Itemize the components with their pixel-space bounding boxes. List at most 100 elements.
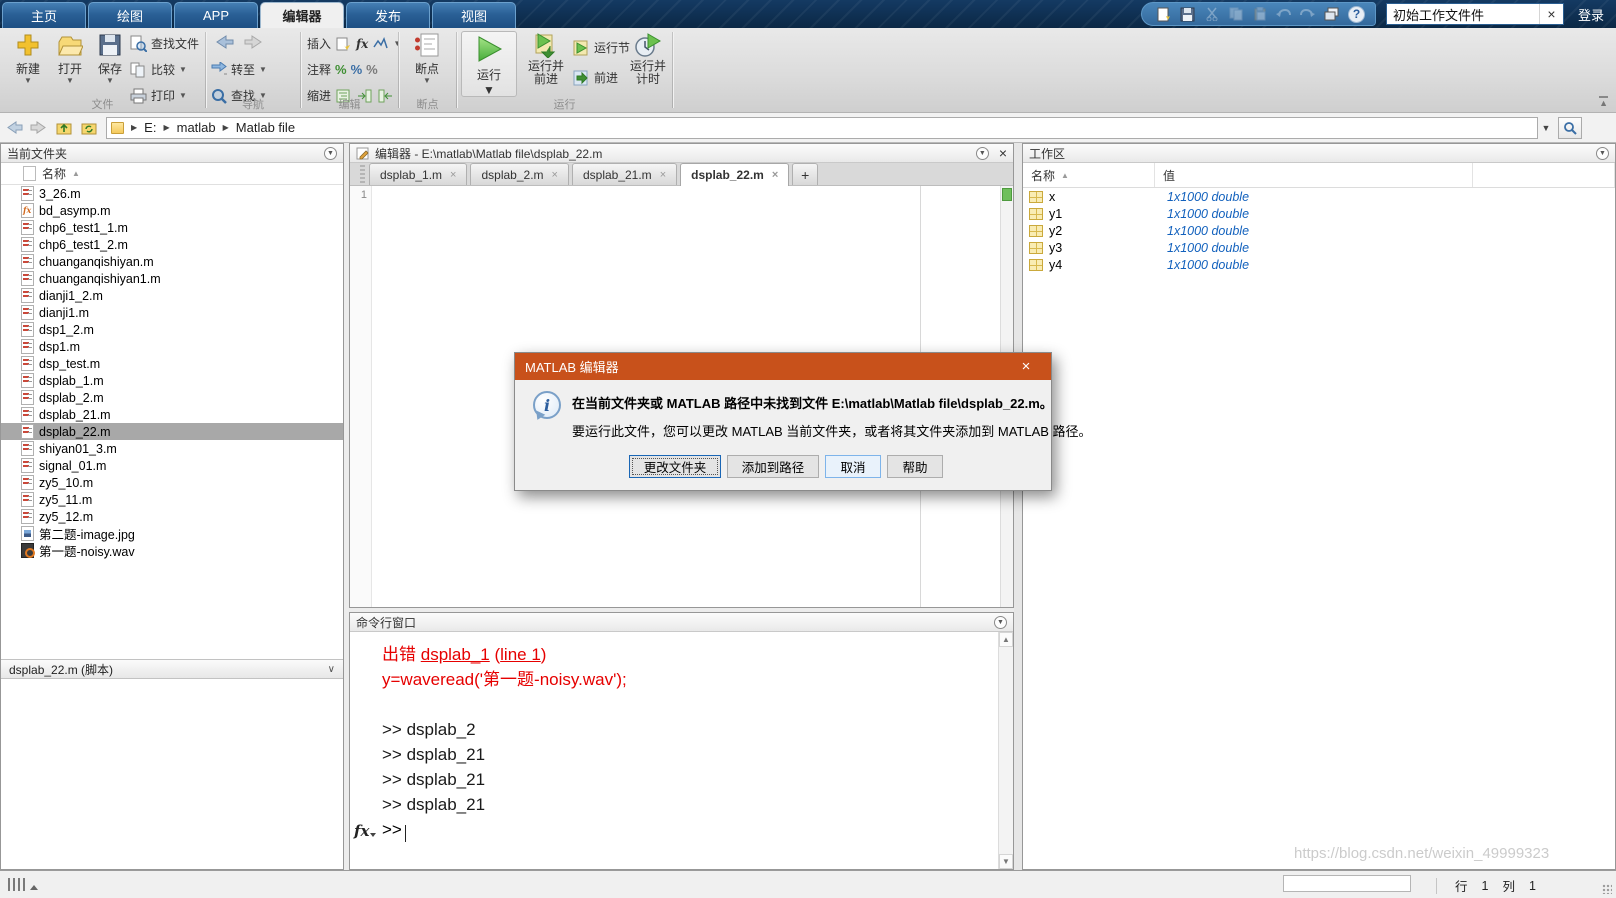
login-button[interactable]: 登录 [1578,5,1604,24]
file-row[interactable]: 第一题-noisy.wav [1,542,343,559]
workspace-row[interactable]: y3 1x1000 double [1023,239,1615,256]
collapse-ribbon-icon[interactable]: ▲ [1599,96,1608,108]
help-icon[interactable]: ? [1347,5,1365,23]
addr-search-button[interactable] [1558,116,1582,139]
undo-icon[interactable] [1276,6,1292,22]
back-icon[interactable] [214,34,234,53]
redo-icon[interactable] [1300,6,1316,22]
copy-icon[interactable] [1228,6,1244,22]
file-row[interactable]: chuanganqishiyan1.m [1,270,343,287]
tab-editor[interactable]: 编辑器 [260,2,344,28]
breakpoints-button[interactable]: 断点 ▼ [405,32,449,85]
insert-row[interactable]: 插入 fx ▼ [307,34,401,53]
browse-folder-icon[interactable] [78,118,100,138]
file-row[interactable]: chp6_test1_2.m [1,236,343,253]
workspace-row[interactable]: x 1x1000 double [1023,188,1615,205]
file-row[interactable]: shiyan01_3.m [1,440,343,457]
file-row[interactable]: dianji1.m [1,304,343,321]
scroll-down-icon[interactable]: ▼ [999,854,1013,869]
details-chevron-icon[interactable]: ∨ [328,664,335,675]
crumb-drive[interactable]: E: [144,120,156,135]
goto-dropdown-icon[interactable]: ▼ [259,65,267,74]
new-button[interactable]: 新建 ▼ [6,32,50,85]
file-row[interactable]: dsp1_2.m [1,321,343,338]
run-dropdown-icon[interactable]: ▼ [462,83,516,97]
tab-close-icon[interactable]: × [772,169,778,181]
editor-tab[interactable]: dsplab_2.m × [470,163,569,185]
wrap-comment-icon[interactable]: % [366,62,378,77]
command-window-body[interactable]: 出错 dsplab_1 (line 1) y=waveread('第一题-noi… [350,632,1013,869]
file-row[interactable]: dsplab_1.m [1,372,343,389]
uncomment-icon[interactable]: % [351,62,363,77]
resize-grip[interactable] [1602,884,1612,894]
file-row[interactable]: dsplab_2.m [1,389,343,406]
file-row[interactable]: dianji1_2.m [1,287,343,304]
cancel-button[interactable]: 取消 [825,455,881,478]
new-dropdown-icon[interactable]: ▼ [6,77,50,85]
editor-menu-icon[interactable]: ▼ [975,146,989,160]
change-folder-button[interactable]: 更改文件夹 [629,455,721,478]
tab-home[interactable]: 主页 [2,2,86,28]
save-button[interactable]: 保存 ▼ [88,32,132,85]
breadcrumb[interactable]: ▶ E: ▶ matlab ▶ Matlab file [106,116,1538,139]
tab-plots[interactable]: 绘图 [88,2,172,28]
save-icon[interactable] [1180,6,1196,22]
editor-tab[interactable]: dsplab_21.m × [571,163,678,185]
file-row[interactable]: dsplab_21.m [1,406,343,423]
file-row[interactable]: zy5_11.m [1,491,343,508]
error-file-link[interactable]: dsplab_1 [421,645,490,664]
goto-button[interactable]: 转至 ▼ [210,60,267,79]
name-column-header[interactable]: 名称 ▲ [1,163,343,185]
help-button[interactable]: 帮助 [887,455,943,478]
file-row[interactable]: chp6_test1_1.m [1,219,343,236]
file-row[interactable]: 3_26.m [1,185,343,202]
command-window-menu-icon[interactable]: ▼ [994,615,1007,629]
up-folder-icon[interactable] [53,118,75,138]
current-folder-menu-icon[interactable]: ▼ [324,146,337,160]
tab-publish[interactable]: 发布 [346,2,430,28]
addr-forward-icon[interactable] [28,118,50,138]
new-script-icon[interactable] [1156,6,1172,22]
run-section-button[interactable]: 运行节 [573,38,630,57]
workspace-row[interactable]: y2 1x1000 double [1023,222,1615,239]
tab-close-icon[interactable]: × [660,169,666,181]
run-button[interactable]: 运行 ▼ [461,31,517,97]
new-tab-button[interactable]: + [792,163,819,185]
workspace-row[interactable]: y4 1x1000 double [1023,256,1615,273]
statusbar-grip-icon[interactable] [8,878,26,891]
cut-icon[interactable] [1204,6,1220,22]
file-row[interactable]: dsp1.m [1,338,343,355]
find-files-button[interactable]: 查找文件 [130,34,199,53]
tab-apps[interactable]: APP [174,2,258,28]
save-dropdown-icon[interactable]: ▼ [88,77,132,85]
file-row[interactable]: dsp_test.m [1,355,343,372]
file-details-bar[interactable]: dsplab_22.m (脚本) ∨ [1,659,343,679]
forward-icon[interactable] [244,34,264,53]
file-row-selected[interactable]: dsplab_22.m [1,423,343,440]
editor-tab[interactable]: dsplab_1.m × [369,163,468,185]
file-row[interactable]: zy5_12.m [1,508,343,525]
advance-button[interactable]: 前进 [573,68,618,87]
dialog-titlebar[interactable]: MATLAB 编辑器 × [515,353,1051,380]
crumb-matlab-file[interactable]: Matlab file [236,120,295,135]
switch-window-icon[interactable] [1324,6,1340,22]
scroll-up-icon[interactable]: ▲ [999,632,1013,647]
run-time-button[interactable]: 运行并 计时 [625,32,671,86]
dialog-close-icon[interactable]: × [1011,358,1041,375]
breakpoints-dropdown-icon[interactable]: ▼ [405,77,449,85]
workspace-row[interactable]: y1 1x1000 double [1023,205,1615,222]
insert-fx-icon[interactable]: fx [356,37,368,51]
error-lineno-link[interactable]: line 1 [500,645,541,664]
open-button[interactable]: 打开 ▼ [48,32,92,85]
crumb-matlab[interactable]: matlab [177,120,216,135]
editor-tab-active[interactable]: dsplab_22.m × [680,163,790,186]
compare-dropdown-icon[interactable]: ▼ [179,65,187,74]
tab-close-icon[interactable]: × [552,169,558,181]
insert-section-icon[interactable] [335,35,352,52]
comment-row[interactable]: 注释 % % % [307,60,378,79]
file-row[interactable]: zy5_10.m [1,474,343,491]
addr-back-icon[interactable] [3,118,25,138]
command-prompt-line[interactable]: fx >> [350,817,998,842]
run-advance-button[interactable]: 运行并 前进 [523,32,569,86]
command-window-scrollbar[interactable]: ▲ ▼ [998,632,1013,869]
